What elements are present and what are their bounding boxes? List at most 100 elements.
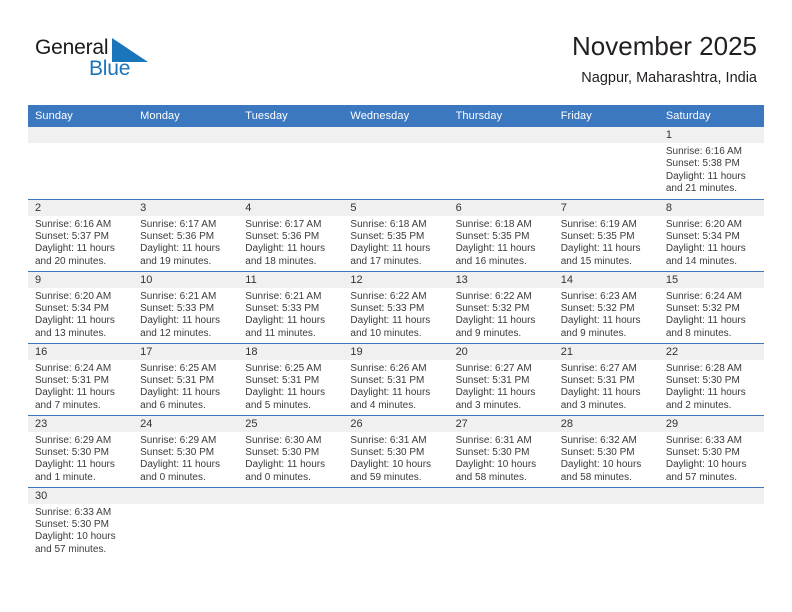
- calendar-day-cell-empty: [448, 486, 554, 559]
- day-details: Sunrise: 6:29 AM Sunset: 5:30 PM Daylight:…: [133, 432, 238, 485]
- day-number: [28, 127, 134, 143]
- sunset-text: Sunset: 5:35 PM: [560, 230, 635, 242]
- day-details: Sunrise: 6:16 AM Sunset: 5:38 PM Daylight:…: [659, 143, 764, 196]
- calendar-day-cell[interactable]: 18 Sunrise: 6:25 AM Sunset: 5:31 PM Dayligh…: [238, 342, 344, 415]
- daylight-text: Daylight: 11 hours and 6 minutes.: [140, 387, 220, 411]
- calendar-header-row: Sunday Monday Tuesday Wednesday Thursday…: [28, 105, 764, 127]
- sunset-text: Sunset: 5:36 PM: [140, 230, 215, 242]
- calendar-day-cell[interactable]: 2 Sunrise: 6:16 AM Sunset: 5:37 PM Daylight…: [28, 198, 134, 271]
- sunrise-text: Sunrise: 6:20 AM: [665, 218, 742, 230]
- weekday-header-monday: Monday: [133, 105, 239, 127]
- calendar-day-cell[interactable]: 26 Sunrise: 6:31 AM Sunset: 5:30 PM Dayligh…: [343, 414, 449, 487]
- sunrise-text: Sunrise: 6:22 AM: [455, 290, 532, 302]
- calendar-page: General Blue November 2025 Nagpur, Mahar…: [0, 0, 792, 612]
- sunset-text: Sunset: 5:30 PM: [560, 446, 635, 458]
- calendar-day-cell[interactable]: 8 Sunrise: 6:20 AM Sunset: 5:34 PM Daylight…: [658, 198, 764, 271]
- weekday-header-sunday: Sunday: [28, 105, 134, 127]
- calendar-day-cell[interactable]: 24 Sunrise: 6:29 AM Sunset: 5:30 PM Dayligh…: [133, 414, 239, 487]
- day-number: 3: [133, 199, 239, 216]
- calendar-day-cell[interactable]: 23 Sunrise: 6:29 AM Sunset: 5:30 PM Dayligh…: [28, 414, 134, 487]
- daylight-text: Daylight: 11 hours and 21 minutes.: [665, 170, 746, 195]
- day-number: 10: [133, 271, 239, 288]
- calendar-day-cell[interactable]: 3 Sunrise: 6:17 AM Sunset: 5:36 PM Daylight…: [133, 198, 239, 271]
- calendar-day-cell[interactable]: 6 Sunrise: 6:18 AM Sunset: 5:35 PM Daylight…: [448, 198, 554, 271]
- calendar-day-cell-empty: [553, 486, 659, 559]
- title-block: November 2025 Nagpur, Maharashtra, India: [572, 30, 757, 88]
- calendar-day-cell[interactable]: 22 Sunrise: 6:28 AM Sunset: 5:30 PM Dayligh…: [658, 342, 764, 415]
- calendar-day-cell[interactable]: 30 Sunrise: 6:33 AM Sunset: 5:30 PM Dayligh…: [28, 486, 134, 559]
- calendar-day-cell[interactable]: 25 Sunrise: 6:30 AM Sunset: 5:30 PM Dayligh…: [238, 414, 344, 487]
- daylight-text: Daylight: 11 hours and 9 minutes.: [560, 315, 641, 339]
- sunrise-text: Sunrise: 6:22 AM: [350, 290, 427, 302]
- calendar-week-row: 1 Sunrise: 6:16 AM Sunset: 5:38 PM Daylight…: [28, 127, 764, 199]
- calendar-day-cell[interactable]: 12 Sunrise: 6:22 AM Sunset: 5:33 PM Dayligh…: [343, 270, 449, 343]
- sunset-text: Sunset: 5:36 PM: [245, 230, 320, 242]
- sunrise-text: Sunrise: 6:33 AM: [35, 506, 112, 518]
- day-details: Sunrise: 6:33 AM Sunset: 5:30 PM Daylight:…: [659, 432, 764, 485]
- calendar-week-row: 9 Sunrise: 6:20 AM Sunset: 5:34 PM Daylight…: [28, 270, 764, 343]
- calendar-day-cell[interactable]: 15 Sunrise: 6:24 AM Sunset: 5:32 PM Dayligh…: [658, 270, 764, 343]
- sunset-text: Sunset: 5:30 PM: [35, 518, 109, 530]
- day-number: [343, 487, 449, 504]
- day-details: Sunrise: 6:33 AM Sunset: 5:30 PM Daylight:…: [28, 504, 133, 557]
- sunset-text: Sunset: 5:33 PM: [245, 302, 320, 314]
- daylight-text: Daylight: 11 hours and 18 minutes.: [245, 243, 326, 267]
- day-number: 24: [133, 415, 239, 432]
- day-number: 22: [658, 343, 764, 360]
- calendar-day-cell[interactable]: 19 Sunrise: 6:26 AM Sunset: 5:31 PM Dayligh…: [343, 342, 449, 415]
- daylight-text: Daylight: 10 hours and 59 minutes.: [350, 459, 432, 483]
- sunset-text: Sunset: 5:32 PM: [665, 302, 740, 314]
- day-details: Sunrise: 6:23 AM Sunset: 5:32 PM Daylight:…: [554, 288, 659, 341]
- day-details: Sunrise: 6:31 AM Sunset: 5:30 PM Daylight:…: [449, 432, 554, 485]
- calendar-day-cell[interactable]: 27 Sunrise: 6:31 AM Sunset: 5:30 PM Dayligh…: [448, 414, 554, 487]
- day-number: 21: [553, 343, 659, 360]
- calendar-day-cell-empty: [238, 486, 344, 559]
- calendar-day-cell[interactable]: 21 Sunrise: 6:27 AM Sunset: 5:31 PM Dayligh…: [553, 342, 659, 415]
- day-details: Sunrise: 6:25 AM Sunset: 5:31 PM Daylight:…: [133, 360, 238, 413]
- sunset-text: Sunset: 5:31 PM: [350, 374, 425, 386]
- day-number: 15: [658, 271, 764, 288]
- sunrise-text: Sunrise: 6:16 AM: [35, 218, 112, 230]
- day-details: Sunrise: 6:21 AM Sunset: 5:33 PM Daylight:…: [238, 288, 343, 341]
- calendar-day-cell[interactable]: 16 Sunrise: 6:24 AM Sunset: 5:31 PM Dayligh…: [28, 342, 134, 415]
- daylight-text: Daylight: 11 hours and 17 minutes.: [350, 243, 431, 267]
- calendar-day-cell[interactable]: 4 Sunrise: 6:17 AM Sunset: 5:36 PM Daylight…: [238, 198, 344, 271]
- day-details: Sunrise: 6:31 AM Sunset: 5:30 PM Daylight:…: [343, 432, 448, 485]
- daylight-text: Daylight: 11 hours and 3 minutes.: [560, 387, 641, 411]
- calendar-day-cell[interactable]: 29 Sunrise: 6:33 AM Sunset: 5:30 PM Dayligh…: [658, 414, 764, 487]
- day-number: 2: [28, 199, 134, 216]
- calendar-day-cell[interactable]: 17 Sunrise: 6:25 AM Sunset: 5:31 PM Dayligh…: [133, 342, 239, 415]
- sunset-text: Sunset: 5:37 PM: [35, 230, 109, 242]
- day-details: Sunrise: 6:22 AM Sunset: 5:32 PM Daylight:…: [449, 288, 554, 341]
- calendar-day-cell[interactable]: 20 Sunrise: 6:27 AM Sunset: 5:31 PM Dayligh…: [448, 342, 554, 415]
- day-number: 12: [343, 271, 449, 288]
- calendar-day-cell-empty: [133, 486, 239, 559]
- day-number: 17: [133, 343, 239, 360]
- daylight-text: Daylight: 11 hours and 15 minutes.: [560, 243, 641, 267]
- calendar-day-cell[interactable]: 7 Sunrise: 6:19 AM Sunset: 5:35 PM Daylight…: [553, 198, 659, 271]
- day-details: Sunrise: 6:26 AM Sunset: 5:31 PM Daylight:…: [343, 360, 448, 413]
- day-number: [133, 487, 239, 504]
- day-number: 6: [448, 199, 554, 216]
- sunset-text: Sunset: 5:31 PM: [35, 374, 109, 386]
- day-number: 8: [658, 199, 764, 216]
- daylight-text: Daylight: 11 hours and 20 minutes.: [35, 243, 115, 267]
- day-details: Sunrise: 6:25 AM Sunset: 5:31 PM Daylight:…: [238, 360, 343, 413]
- calendar-day-cell[interactable]: 11 Sunrise: 6:21 AM Sunset: 5:33 PM Dayligh…: [238, 270, 344, 343]
- daylight-text: Daylight: 11 hours and 12 minutes.: [140, 315, 220, 339]
- calendar-day-cell[interactable]: 5 Sunrise: 6:18 AM Sunset: 5:35 PM Daylight…: [343, 198, 449, 271]
- day-number: 27: [448, 415, 554, 432]
- calendar-body: 1 Sunrise: 6:16 AM Sunset: 5:38 PM Daylight…: [28, 127, 764, 559]
- general-blue-logo[interactable]: General Blue: [35, 36, 195, 88]
- calendar-day-cell[interactable]: 9 Sunrise: 6:20 AM Sunset: 5:34 PM Daylight…: [28, 270, 134, 343]
- daylight-text: Daylight: 10 hours and 58 minutes.: [560, 459, 642, 483]
- sunrise-text: Sunrise: 6:29 AM: [35, 434, 112, 446]
- calendar-day-cell[interactable]: 28 Sunrise: 6:32 AM Sunset: 5:30 PM Dayligh…: [553, 414, 659, 487]
- calendar-day-cell[interactable]: 13 Sunrise: 6:22 AM Sunset: 5:32 PM Dayligh…: [448, 270, 554, 343]
- calendar-day-cell[interactable]: 1 Sunrise: 6:16 AM Sunset: 5:38 PM Daylight…: [658, 127, 764, 199]
- calendar-day-cell[interactable]: 14 Sunrise: 6:23 AM Sunset: 5:32 PM Dayligh…: [553, 270, 659, 343]
- calendar-day-cell[interactable]: 10 Sunrise: 6:21 AM Sunset: 5:33 PM Dayligh…: [133, 270, 239, 343]
- day-details: Sunrise: 6:27 AM Sunset: 5:31 PM Daylight:…: [449, 360, 554, 413]
- day-number: [448, 487, 554, 504]
- calendar-day-cell-empty: [28, 127, 134, 199]
